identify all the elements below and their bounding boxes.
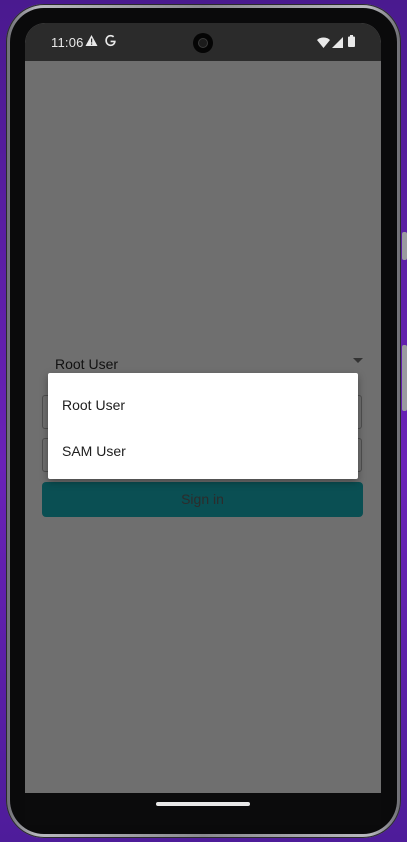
cell-signal-icon bbox=[332, 35, 343, 53]
dropdown-option-root-user[interactable]: Root User bbox=[62, 397, 125, 413]
warning-icon bbox=[85, 34, 98, 52]
status-time: 11:06 bbox=[51, 35, 84, 50]
user-type-selected: Root User bbox=[55, 356, 119, 372]
status-bar: 11:06 bbox=[25, 23, 381, 61]
navigation-bar bbox=[25, 793, 381, 825]
user-type-dropdown-menu: Root User SAM User bbox=[48, 373, 358, 479]
camera-lens bbox=[199, 39, 207, 47]
dropdown-option-sam-user[interactable]: SAM User bbox=[62, 443, 126, 459]
dropdown-arrow-icon bbox=[353, 358, 363, 363]
battery-icon bbox=[348, 34, 355, 52]
power-button bbox=[402, 232, 407, 260]
wifi-icon bbox=[317, 35, 330, 53]
app-screen: 11:06 Root User Sign in Root User SAM Us… bbox=[25, 23, 381, 793]
home-gesture-handle[interactable] bbox=[156, 802, 250, 806]
front-camera bbox=[193, 33, 213, 53]
sign-in-button[interactable]: Sign in bbox=[42, 482, 363, 517]
volume-button bbox=[402, 345, 407, 411]
google-g-icon bbox=[104, 34, 117, 52]
